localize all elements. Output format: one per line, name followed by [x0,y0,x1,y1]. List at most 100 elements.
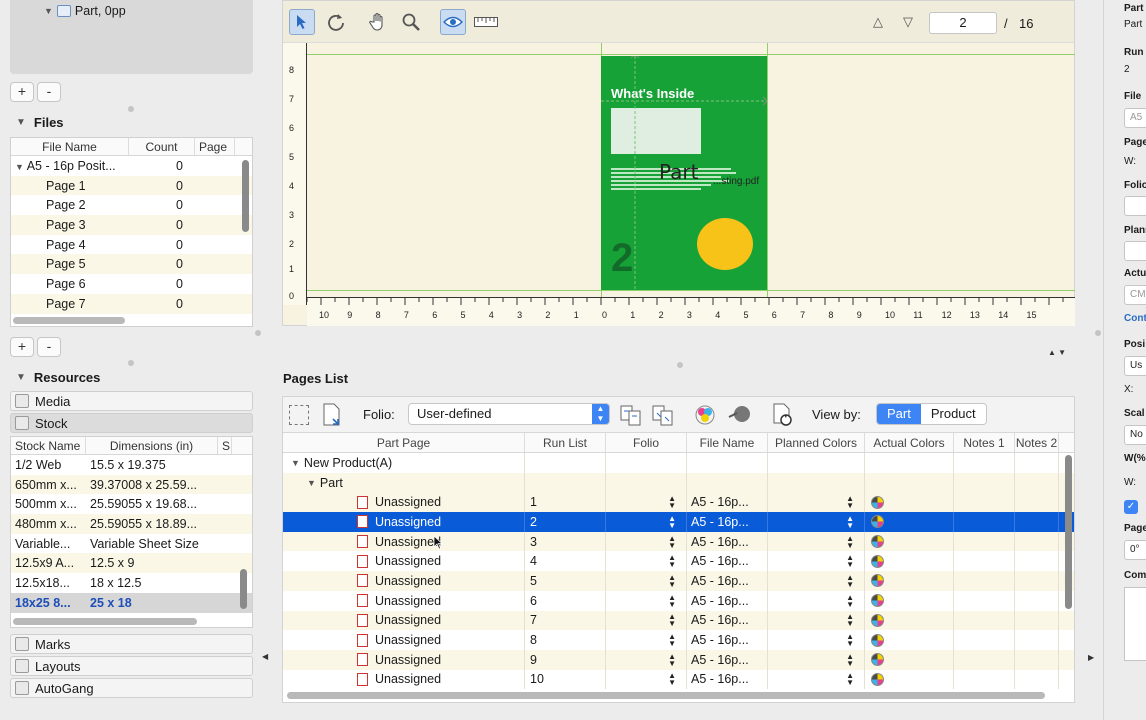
col-file-name[interactable]: File Name [11,138,129,155]
page-row[interactable]: Unassigned 3 ▲ ▼ A5 - 16p... ▲ ▼ [283,531,1074,552]
notes-2-cell[interactable] [1015,649,1059,670]
table-row[interactable]: 12.5x9 A... 12.5 x 9 [11,553,252,574]
add-file-button[interactable]: + [10,337,34,357]
next-page-icon[interactable]: ▽ [903,14,913,30]
chevron-updown-icon[interactable]: ▲ ▼ [668,573,676,588]
file-name-value[interactable]: A5 - 16p... [687,571,768,591]
run-list-value[interactable]: 3 [525,531,606,552]
color-separations-icon[interactable] [693,403,719,430]
notes-2-cell[interactable] [1015,492,1059,513]
marquee-select-icon[interactable] [289,405,309,425]
inspector-rotation-select[interactable]: 0° [1124,540,1146,560]
files-section-header[interactable]: ▼ Files [16,115,64,130]
disclosure-triangle-icon[interactable]: ▼ [307,478,316,488]
planned-colors-cell[interactable]: ▲ ▼ [768,669,865,690]
chevron-updown-icon[interactable]: ▲ ▼ [668,534,676,549]
disclosure-triangle-icon[interactable]: ▼ [15,162,24,172]
page-row[interactable]: Unassigned 8 ▲ ▼ A5 - 16p... ▲ ▼ [283,630,1074,650]
splitter-handle[interactable] [677,362,683,368]
notes-2-cell[interactable] [1015,571,1059,591]
resource-tab-layouts[interactable]: Layouts [10,656,253,676]
folio-cell[interactable]: ▲ ▼ [606,512,687,532]
folio-cell[interactable]: ▲ ▼ [606,610,687,631]
col-planned-colors[interactable]: Planned Colors [768,433,865,452]
page-row[interactable]: Unassigned 4 ▲ ▼ A5 - 16p... ▲ ▼ [283,551,1074,572]
notes-1-cell[interactable] [954,630,1015,650]
notes-2-cell[interactable] [1015,610,1059,631]
planned-colors-cell[interactable]: ▲ ▼ [768,512,865,532]
pages-list-vertical-scrollbar[interactable] [1065,455,1072,609]
preview-eye-icon[interactable] [440,9,466,35]
chevron-updown-icon[interactable]: ▲ ▼ [668,613,676,628]
inspector-folio-field[interactable] [1124,196,1146,216]
col-folio[interactable]: Folio [606,433,687,452]
collapse-viewer-arrows-icon[interactable]: ▲ ▼ [1048,348,1066,357]
page-row[interactable]: Unassigned 7 ▲ ▼ A5 - 16p... ▲ ▼ [283,610,1074,631]
remove-part-button[interactable]: - [37,82,61,102]
notes-2-cell[interactable] [1015,630,1059,650]
inspector-file-field[interactable]: A5 [1124,108,1146,128]
table-row[interactable]: 480mm x... 25.59055 x 18.89... [11,514,252,534]
zoom-icon[interactable] [398,9,424,35]
file-name-value[interactable]: A5 - 16p... [687,551,768,572]
run-list-value[interactable]: 8 [525,630,606,650]
run-list-value[interactable]: 1 [525,492,606,513]
chevron-updown-icon[interactable]: ▲ ▼ [846,495,854,510]
col-stock-name[interactable]: Stock Name [11,437,86,454]
notes-1-cell[interactable] [954,669,1015,690]
disclosure-triangle-icon[interactable]: ▼ [44,6,53,16]
file-name-value[interactable]: A5 - 16p... [687,669,768,690]
chevron-updown-icon[interactable]: ▲ ▼ [668,554,676,569]
disclosure-triangle-icon[interactable]: ▼ [291,458,300,468]
chevron-updown-icon[interactable]: ▲ ▼ [668,652,676,667]
page-row-selected[interactable]: Unassigned 2 ▲ ▼ A5 - 16p... ▲ ▼ [283,512,1074,532]
notes-1-cell[interactable] [954,610,1015,631]
run-list-value[interactable]: 6 [525,590,606,611]
resource-tab-autogang[interactable]: AutoGang [10,678,253,698]
notes-1-cell[interactable] [954,512,1015,532]
tree-item-part[interactable]: ▼ Part, 0pp [44,4,126,18]
planned-colors-cell[interactable]: ▲ ▼ [768,551,865,572]
hand-pan-icon[interactable] [365,9,391,35]
current-page-field[interactable]: 2 [929,12,997,34]
page-viewer[interactable]: △ ▽ 2 / 16 8 7 6 5 4 3 2 1 0 10 9 8 7 6 5 4 3 2 1… [282,0,1075,326]
planned-colors-cell[interactable]: ▲ ▼ [768,492,865,513]
notes-2-cell[interactable] [1015,531,1059,552]
table-row[interactable]: Page 5 0 [11,254,252,275]
table-row[interactable]: Page 1 0 [11,175,252,196]
page-row[interactable]: Unassigned 10 ▲ ▼ A5 - 16p... ▲ ▼ [283,669,1074,690]
table-row[interactable]: Page 3 0 [11,215,252,235]
pages-list-horizontal-scrollbar[interactable] [287,692,1045,699]
notes-2-cell[interactable] [1015,551,1059,572]
tree-row-product[interactable]: ▼ New Product(A) [283,453,1074,473]
chevron-updown-icon[interactable]: ▲ ▼ [846,672,854,687]
table-row-selected[interactable]: 18x25 8... 25 x 18 [11,592,252,613]
folio-select[interactable]: User-defined ▲ ▼ [408,403,610,425]
splitter-handle[interactable] [128,360,134,366]
swap-pages-icon[interactable] [651,403,675,430]
run-list-value[interactable]: 5 [525,571,606,591]
table-row[interactable]: 1/2 Web 15.5 x 19.375 [11,455,252,475]
folio-cell[interactable]: ▲ ▼ [606,630,687,650]
notes-2-cell[interactable] [1015,669,1059,690]
col-run-list[interactable]: Run List [525,433,606,452]
copy-pages-icon[interactable] [619,403,643,430]
run-list-value[interactable]: 2 [525,512,606,532]
view-by-product-button[interactable]: Product [920,404,986,424]
col-notes-1[interactable]: Notes 1 [954,433,1015,452]
select-arrow-icon[interactable] [289,9,315,35]
notes-1-cell[interactable] [954,590,1015,611]
notes-2-cell[interactable] [1015,590,1059,611]
run-list-value[interactable]: 4 [525,551,606,572]
chevron-updown-icon[interactable]: ▲ ▼ [668,593,676,608]
col-part-page[interactable]: Part Page [283,433,525,452]
stock-table[interactable]: Stock Name Dimensions (in) S 1/2 Web 15.5… [10,436,253,628]
notes-1-cell[interactable] [954,492,1015,513]
chevron-updown-icon[interactable]: ▲ ▼ [846,593,854,608]
planned-colors-cell[interactable]: ▲ ▼ [768,571,865,591]
splitter-handle[interactable] [1095,330,1101,336]
collapse-right-arrow-icon[interactable]: ▶ [1088,653,1094,662]
resource-tab-stock[interactable]: Stock [10,413,253,433]
files-table[interactable]: File Name Count Page ▼ A5 - 16p Posit...… [10,137,253,327]
folio-cell[interactable]: ▲ ▼ [606,531,687,552]
